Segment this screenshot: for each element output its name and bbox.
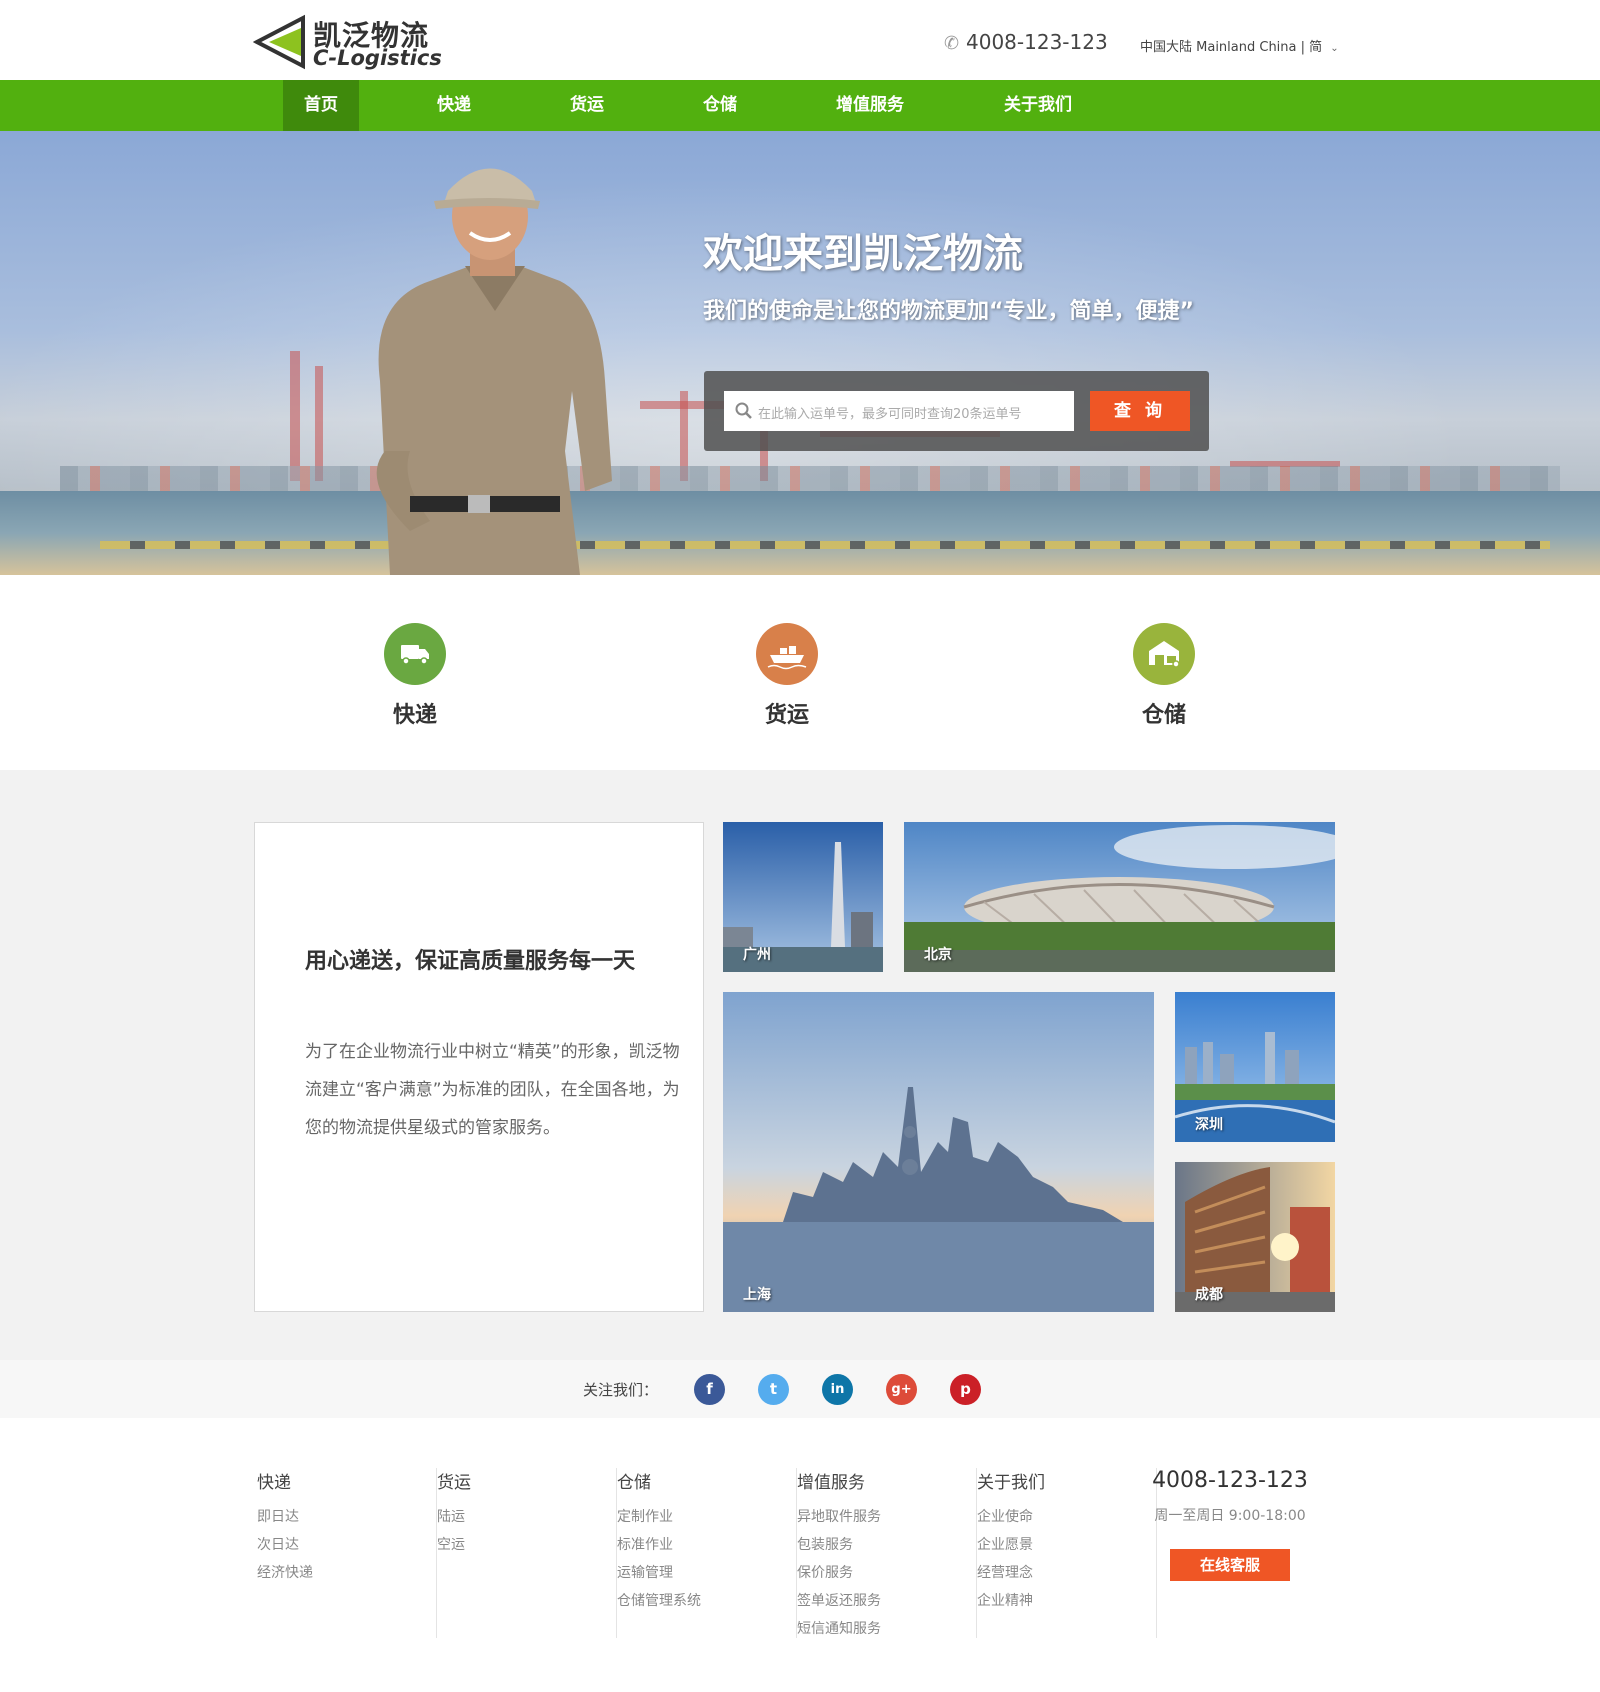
footer-contact: 4008-123-123 周一至周日 9:00-18:00 在线客服: [1125, 1468, 1335, 1581]
header-phone-number: 4008-123-123: [966, 30, 1108, 54]
footer-link[interactable]: 陆运: [437, 1503, 616, 1531]
nav-item-value-added[interactable]: 增值服务: [820, 80, 920, 131]
footer-phone: 4008-123-123: [1152, 1468, 1308, 1493]
tracking-search-panel: 在此输入运单号，最多可同时查询20条运单号 查 询: [704, 371, 1209, 451]
pinterest-icon[interactable]: p: [950, 1374, 981, 1405]
warehouse-icon: [1133, 623, 1195, 685]
hero-subtitle: 我们的使命是让您的物流更加“专业，简单，便捷”: [703, 299, 1194, 324]
footer-link[interactable]: 空运: [437, 1531, 616, 1559]
tracking-search-placeholder: 在此输入运单号，最多可同时查询20条运单号: [758, 407, 1022, 422]
online-service-button[interactable]: 在线客服: [1170, 1549, 1290, 1581]
follow-us-label: 关注我们：: [583, 1381, 659, 1399]
footer-link[interactable]: 企业精神: [977, 1587, 1156, 1615]
footer-column-title: 增值服务: [797, 1473, 865, 1493]
phone-icon: ✆: [944, 33, 960, 54]
service-warehouse[interactable]: 仓储: [1104, 623, 1224, 729]
footer-link[interactable]: 短信通知服务: [797, 1615, 976, 1643]
footer-link[interactable]: 签单返还服务: [797, 1587, 976, 1615]
footer-column-title: 货运: [437, 1473, 471, 1493]
footer-link[interactable]: 经济快递: [257, 1559, 436, 1587]
header-phone: ✆ 4008-123-123: [944, 30, 1108, 54]
ship-icon: [756, 623, 818, 685]
search-icon: [735, 402, 752, 419]
footer-link[interactable]: 保价服务: [797, 1559, 976, 1587]
nav-item-express[interactable]: 快递: [414, 80, 494, 131]
chevron-down-icon: ⌄: [1330, 43, 1339, 54]
nav-item-freight[interactable]: 货运: [547, 80, 627, 131]
intro-text: 为了在企业物流行业中树立“精英”的形象，凯泛物流建立“客户满意”为标准的团队，在…: [305, 1042, 680, 1138]
city-photo-shanghai[interactable]: 上海: [723, 992, 1154, 1312]
footer-link[interactable]: 包装服务: [797, 1531, 976, 1559]
worker-image: [376, 168, 612, 575]
footer-link[interactable]: 异地取件服务: [797, 1503, 976, 1531]
service-freight[interactable]: 货运: [727, 623, 847, 729]
city-gallery-section: 用心递送，保证高质量服务每一天 为了在企业物流行业中树立“精英”的形象，凯泛物流…: [0, 770, 1600, 1360]
footer-column-title: 仓储: [617, 1473, 651, 1493]
city-caption-chengdu: 成都: [1195, 1287, 1223, 1303]
site-footer: 快递 即日达 次日达 经济快递 货运 陆运 空运 仓储 定制作业 标准作业 运输…: [0, 1418, 1600, 1692]
city-caption-shanghai: 上海: [743, 1287, 771, 1303]
service-warehouse-label: 仓储: [1141, 703, 1186, 728]
footer-link[interactable]: 标准作业: [617, 1531, 796, 1559]
logo-english-text: C-Logistics: [313, 46, 442, 70]
footer-column-title: 快递: [257, 1473, 291, 1493]
footer-link[interactable]: 运输管理: [617, 1559, 796, 1587]
nav-item-home[interactable]: 首页: [283, 80, 359, 131]
footer-link[interactable]: 定制作业: [617, 1503, 796, 1531]
intro-card: 用心递送，保证高质量服务每一天 为了在企业物流行业中树立“精英”的形象，凯泛物流…: [254, 822, 704, 1312]
intro-title: 用心递送，保证高质量服务每一天: [305, 949, 636, 974]
city-caption-guangzhou: 广州: [743, 947, 771, 963]
service-express[interactable]: 快递: [355, 623, 475, 729]
region-selector[interactable]: 中国大陆 Mainland China | 简 ⌄: [1140, 36, 1339, 55]
region-label: 中国大陆 Mainland China | 简: [1140, 40, 1323, 55]
city-photo-shenzhen[interactable]: 深圳: [1175, 992, 1335, 1142]
service-freight-label: 货运: [764, 703, 809, 728]
service-express-label: 快递: [392, 703, 437, 728]
footer-column-warehouse: 仓储 定制作业 标准作业 运输管理 仓储管理系统: [617, 1468, 797, 1638]
service-highlights: 快递 货运 仓储: [0, 575, 1600, 770]
footer-link[interactable]: 次日达: [257, 1531, 436, 1559]
city-photo-guangzhou[interactable]: 广州: [723, 822, 883, 972]
tracking-search-input[interactable]: 在此输入运单号，最多可同时查询20条运单号: [724, 391, 1074, 431]
logo[interactable]: 凯泛物流 C-Logistics: [253, 12, 443, 70]
footer-column-value-added: 增值服务 异地取件服务 包装服务 保价服务 签单返还服务 短信通知服务: [797, 1468, 977, 1638]
footer-column-freight: 货运 陆运 空运: [437, 1468, 617, 1638]
footer-link[interactable]: 仓储管理系统: [617, 1587, 796, 1615]
nav-item-warehouse[interactable]: 仓储: [680, 80, 760, 131]
footer-hours: 周一至周日 9:00-18:00: [1154, 1508, 1306, 1524]
city-photo-chengdu[interactable]: 成都: [1175, 1162, 1335, 1312]
footer-link[interactable]: 即日达: [257, 1503, 436, 1531]
hero-title: 欢迎来到凯泛物流: [703, 231, 1023, 277]
site-header: 凯泛物流 C-Logistics ✆ 4008-123-123 中国大陆 Main…: [0, 0, 1600, 80]
logo-icon: [253, 14, 305, 70]
twitter-icon[interactable]: t: [758, 1374, 789, 1405]
googleplus-icon[interactable]: g+: [886, 1374, 917, 1405]
linkedin-icon[interactable]: in: [822, 1374, 853, 1405]
footer-column-express: 快递 即日达 次日达 经济快递: [257, 1468, 437, 1638]
nav-item-about[interactable]: 关于我们: [988, 80, 1088, 131]
facebook-icon[interactable]: f: [694, 1374, 725, 1405]
city-photo-beijing[interactable]: 北京: [904, 822, 1335, 972]
hero-banner: 欢迎来到凯泛物流 我们的使命是让您的物流更加“专业，简单，便捷” 在此输入运单号…: [0, 131, 1600, 575]
follow-us-bar: 关注我们： f t in g+ p: [0, 1360, 1600, 1418]
tracking-search-button[interactable]: 查 询: [1090, 391, 1190, 431]
city-caption-beijing: 北京: [924, 947, 952, 963]
city-caption-shenzhen: 深圳: [1195, 1117, 1223, 1133]
truck-icon: [384, 623, 446, 685]
main-nav: 首页 快递 货运 仓储 增值服务 关于我们: [0, 80, 1600, 131]
